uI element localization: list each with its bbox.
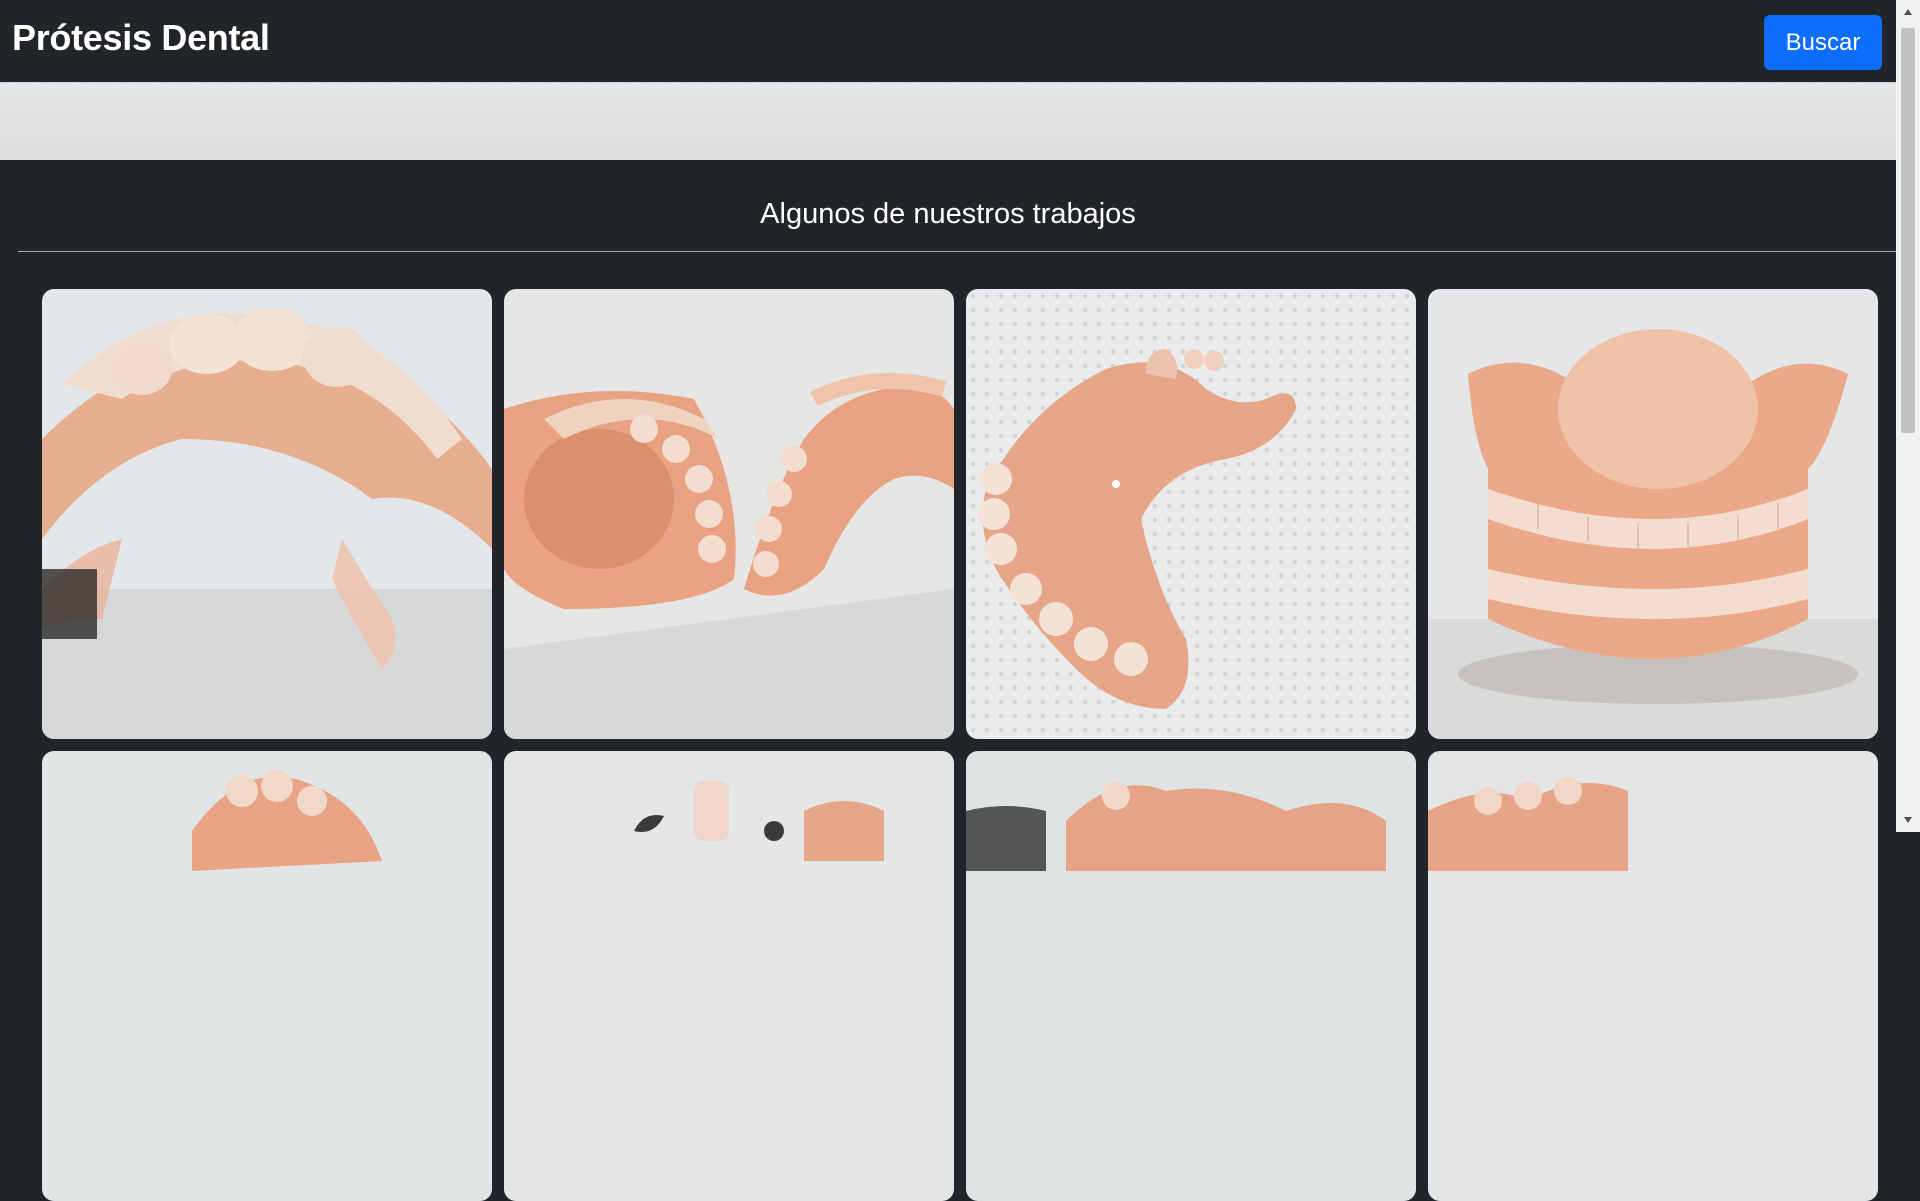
photo-1-image (42, 289, 492, 739)
photo-5-image (42, 751, 492, 1201)
photo-2-image (504, 289, 954, 739)
scroll-up-arrow-icon[interactable] (1896, 0, 1920, 24)
photo-4-image (1428, 289, 1878, 739)
scroll-down-arrow-icon[interactable] (1896, 808, 1920, 832)
gallery-photo-6[interactable] (504, 751, 954, 1201)
photo-8-image (1428, 751, 1878, 1201)
gallery-photo-7[interactable] (966, 751, 1416, 1201)
scroll-thumb[interactable] (1901, 28, 1915, 433)
gallery-photo-5[interactable] (42, 751, 492, 1201)
photo-7-image (966, 751, 1416, 1201)
gallery-photo-1[interactable] (42, 289, 492, 739)
photo-3-image (966, 289, 1416, 739)
gallery-photo-8[interactable] (1428, 751, 1878, 1201)
photo-6-image (504, 751, 954, 1201)
work-gallery (0, 0, 1896, 1201)
gallery-photo-3[interactable] (966, 289, 1416, 739)
gallery-photo-4[interactable] (1428, 289, 1878, 739)
page-scrollbar[interactable] (1896, 0, 1920, 832)
gallery-photo-2[interactable] (504, 289, 954, 739)
